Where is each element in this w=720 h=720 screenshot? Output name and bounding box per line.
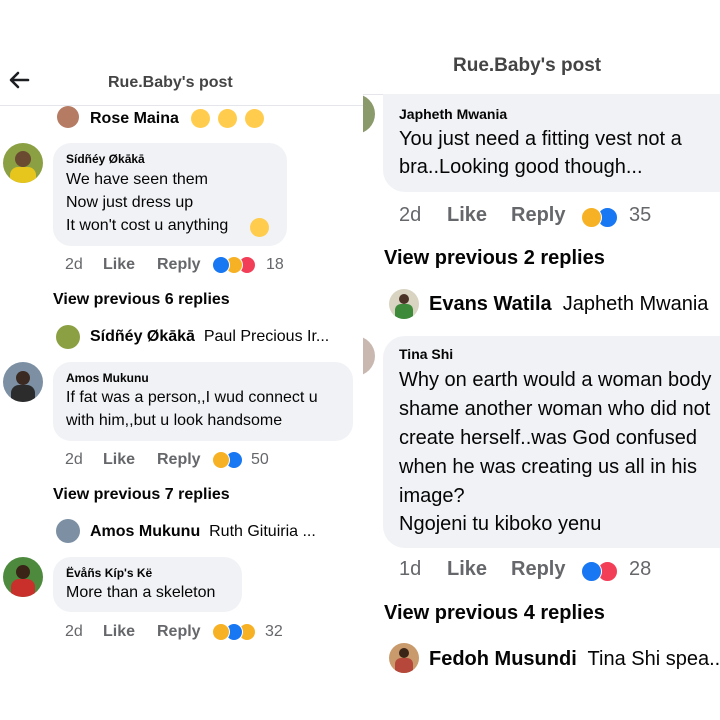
reactions-summary[interactable] — [212, 256, 256, 274]
back-button[interactable] — [8, 70, 30, 90]
laughing-emoji-icon — [218, 109, 237, 128]
reply-preview[interactable]: Sídñéy Økākā Paul Precious Ir... — [90, 328, 329, 346]
reactions-summary[interactable] — [581, 206, 618, 229]
comment-text-line: bra..Looking good though... — [399, 156, 643, 178]
like-reaction-icon — [581, 561, 602, 583]
reaction-count: 35 — [629, 204, 652, 226]
comment-time: 2d — [65, 451, 83, 468]
reactions-summary[interactable] — [212, 451, 243, 469]
haha-reaction-icon — [212, 623, 230, 641]
comment-text-line: We have seen them — [66, 171, 209, 188]
view-previous-replies[interactable]: View previous 7 replies — [53, 486, 230, 504]
avatar[interactable] — [3, 143, 43, 183]
avatar[interactable] — [56, 325, 80, 349]
comment-author[interactable]: Ëvåñs Kíp's Kë — [66, 566, 152, 580]
comment-text-line: If fat was a person,,I wud connect u — [66, 389, 318, 406]
comment-text-line: create herself..was God confused — [399, 427, 697, 449]
avatar[interactable] — [3, 557, 43, 597]
reaction-count: 50 — [251, 451, 269, 468]
reply-button[interactable]: Reply — [157, 451, 201, 469]
reply-button[interactable]: Reply — [157, 623, 201, 641]
comment-time: 2d — [65, 623, 83, 640]
like-button[interactable]: Like — [103, 256, 135, 274]
page-title: Rue.Baby's post — [108, 74, 233, 91]
comment-actions: 2d Like Reply 18 — [65, 256, 295, 278]
haha-reaction-icon — [581, 207, 602, 229]
comment-text-line: image? — [399, 485, 465, 507]
avatar[interactable] — [389, 289, 419, 319]
reactions-summary[interactable] — [212, 623, 256, 641]
reaction-count: 28 — [629, 558, 652, 580]
reply-emojis — [191, 109, 264, 128]
view-previous-replies[interactable]: View previous 2 replies — [384, 247, 605, 270]
like-button[interactable]: Like — [447, 204, 487, 227]
comment-actions: 2d Like Reply 50 — [65, 451, 295, 473]
reaction-count: 32 — [265, 623, 283, 640]
comment-text-line: You just need a fitting vest not a — [399, 128, 682, 150]
reaction-count: 18 — [266, 256, 284, 273]
comment-time: 2d — [399, 204, 422, 226]
comment-actions: 1d Like Reply 28 — [399, 558, 709, 584]
avatar[interactable] — [389, 643, 419, 673]
avatar[interactable] — [363, 94, 375, 134]
comment-text-line: when he was creating us all in his — [399, 456, 697, 478]
comment-author[interactable]: Amos Mukunu — [66, 371, 149, 385]
comment-text-line: More than a skeleton — [66, 584, 216, 601]
view-previous-replies[interactable]: View previous 4 replies — [384, 602, 605, 625]
comment-time: 2d — [65, 256, 83, 273]
comment-text-line: Ngojeni tu kiboko yenu — [399, 513, 602, 535]
haha-reaction-icon — [212, 451, 230, 469]
reactions-summary[interactable] — [581, 560, 618, 583]
comment-text-line: It won't cost u anything — [66, 217, 229, 234]
comment-time: 1d — [399, 558, 422, 580]
reply-author-name: Fedoh Musundi — [429, 648, 577, 670]
reply-button[interactable]: Reply — [511, 204, 565, 227]
comment-author[interactable]: Japheth Mwania — [399, 106, 507, 122]
reply-author-name: Evans Watila — [429, 293, 552, 315]
like-button[interactable]: Like — [103, 623, 135, 641]
reply-preview-text: Tina Shi spea... — [587, 648, 720, 670]
like-button[interactable]: Like — [103, 451, 135, 469]
left-screenshot: Rue.Baby's post Rose Maina Sídñéy Økākā … — [0, 0, 363, 720]
reply-preview[interactable]: Evans Watila Japheth Mwania — [429, 293, 708, 316]
page-title: Rue.Baby's post — [453, 55, 602, 76]
reply-author-name: Sídñéy Økākā — [90, 328, 195, 345]
comment-actions: 2d Like Reply 32 — [65, 623, 295, 645]
comment-text-line: Now just dress up — [66, 194, 194, 211]
reply-button[interactable]: Reply — [511, 558, 565, 581]
avatar[interactable] — [363, 336, 375, 376]
reply-preview[interactable]: Amos Mukunu Ruth Gituiria ... — [90, 523, 316, 541]
avatar[interactable] — [3, 362, 43, 402]
comment-text-line: with him,,but u look handsome — [66, 412, 283, 429]
reply-preview-text: Paul Precious Ir... — [203, 328, 330, 345]
reply-button[interactable]: Reply — [157, 256, 201, 274]
reply-preview-text: Japheth Mwania — [562, 293, 709, 315]
smiling-emoji-icon — [250, 218, 269, 237]
avatar[interactable] — [57, 106, 79, 128]
view-previous-replies[interactable]: View previous 6 replies — [53, 291, 230, 309]
like-button[interactable]: Like — [447, 558, 487, 581]
comment-author[interactable]: Sídñéy Økākā — [66, 152, 145, 166]
header-divider — [0, 105, 363, 106]
right-screenshot: Rue.Baby's post Japheth Mwania You just … — [363, 0, 720, 720]
like-reaction-icon — [212, 256, 230, 274]
comment-author[interactable]: Tina Shi — [399, 346, 453, 362]
reply-preview[interactable]: Fedoh Musundi Tina Shi spea... — [429, 648, 720, 671]
comment-actions: 2d Like Reply 35 — [399, 204, 709, 230]
reply-preview-text: Ruth Gituiria ... — [209, 523, 316, 540]
comment-text-line: Why on earth would a woman body — [399, 369, 712, 391]
reply-author-name[interactable]: Rose Maina — [90, 110, 179, 128]
laughing-emoji-icon — [191, 109, 210, 128]
comment-text-line: shame another woman who did not — [399, 398, 711, 420]
reply-author-name: Amos Mukunu — [90, 523, 201, 540]
arrow-left-icon — [9, 71, 30, 89]
avatar[interactable] — [56, 519, 80, 543]
laughing-emoji-icon — [245, 109, 264, 128]
